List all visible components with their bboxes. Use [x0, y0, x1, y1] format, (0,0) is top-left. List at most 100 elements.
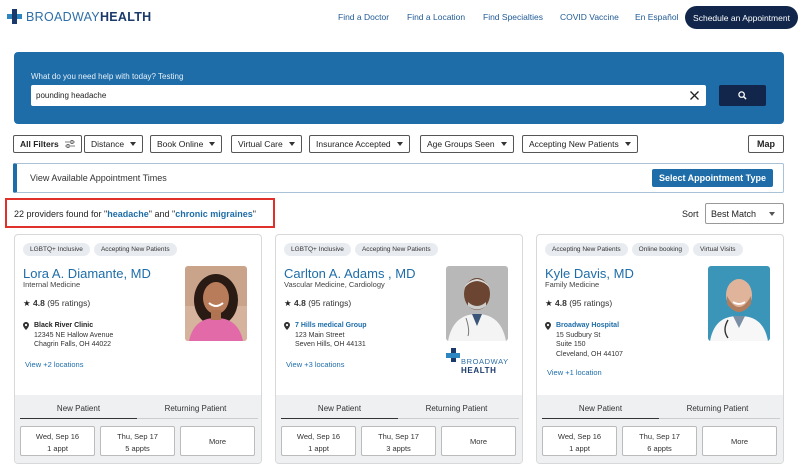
appointment-slot[interactable]: Thu, Sep 17 6 appts: [622, 426, 697, 456]
appointment-slot[interactable]: Thu, Sep 17 5 appts: [100, 426, 175, 456]
filter-distance[interactable]: Distance: [84, 135, 144, 153]
slot-count: 5 appts: [125, 444, 150, 453]
site-header: BROADWAYHEALTH Find a Doctor Find a Loca…: [0, 0, 800, 36]
appointment-slot[interactable]: Wed, Sep 16 1 appt: [281, 426, 356, 456]
appointment-slot[interactable]: Wed, Sep 16 1 appt: [542, 426, 617, 456]
address-line: Cleveland, OH 44107: [556, 350, 623, 358]
provider-specialty: Family Medicine: [545, 280, 600, 289]
slot-date: Thu, Sep 17: [117, 432, 158, 441]
slot-count: 1 appt: [308, 444, 329, 453]
tab-returning-patient[interactable]: Returning Patient: [659, 404, 776, 413]
filter-virtual-care[interactable]: Virtual Care: [231, 135, 302, 153]
appointment-times-text: View Available Appointment Times: [30, 173, 167, 183]
address-line: 123 Main Street: [295, 331, 345, 339]
active-tab-indicator: [542, 418, 659, 419]
sort-value: Best Match: [711, 208, 757, 219]
tab-new-patient[interactable]: New Patient: [20, 404, 137, 413]
map-button[interactable]: Map: [748, 135, 784, 153]
sort-select[interactable]: Best Match: [705, 203, 784, 224]
all-filters-label: All Filters: [20, 139, 59, 149]
nav-covid-vaccine[interactable]: COVID Vaccine: [560, 12, 619, 22]
search-icon: [738, 91, 747, 100]
tab-new-patient[interactable]: New Patient: [542, 404, 659, 413]
provider-specialty: Internal Medicine: [23, 280, 81, 289]
slot-date: Wed, Sep 16: [557, 432, 602, 441]
provider-rating: ★ 4.8 (95 ratings): [284, 298, 351, 309]
ratings-count: (95 ratings): [569, 298, 613, 308]
filter-accepting-label: Accepting New Patients: [529, 139, 619, 149]
clear-icon[interactable]: [688, 89, 701, 102]
location-name-link[interactable]: 7 Hills medical Group: [284, 322, 367, 329]
star-icon: ★: [23, 298, 31, 308]
ratings-count: (95 ratings): [47, 298, 91, 308]
search-input[interactable]: [31, 85, 706, 106]
caret-down-icon: [500, 142, 507, 146]
slot-count: 3 appts: [386, 444, 411, 453]
sort-label: Sort: [682, 209, 699, 219]
logo-wordmark: BROADWAYHEALTH: [26, 10, 152, 24]
slot-date: Thu, Sep 17: [639, 432, 680, 441]
address-line: Suite 150: [556, 341, 586, 348]
appointment-slot[interactable]: Wed, Sep 16 1 appt: [20, 426, 95, 456]
provider-name[interactable]: Kyle Davis, MD: [545, 266, 634, 281]
filter-age-groups-seen[interactable]: Age Groups Seen: [420, 135, 514, 153]
provider-photo: [708, 266, 770, 341]
nav-find-a-location[interactable]: Find a Location: [407, 12, 465, 22]
tab-new-patient[interactable]: New Patient: [281, 404, 398, 413]
tab-returning-patient[interactable]: Returning Patient: [398, 404, 515, 413]
nav-find-a-doctor[interactable]: Find a Doctor: [338, 12, 389, 22]
badge-lgbtq-inclusive: LGBTQ+ Inclusive: [284, 243, 351, 256]
nav-en-espanol[interactable]: En Español: [635, 12, 678, 22]
provider-name[interactable]: Lora A. Diamante, MD: [23, 266, 151, 281]
slot-date: Wed, Sep 16: [35, 432, 80, 441]
provider-photo: [446, 266, 508, 341]
map-pin-icon: [284, 322, 290, 330]
star-icon: ★: [545, 298, 553, 308]
medical-cross-icon: [7, 9, 22, 24]
results-prefix: 22 providers found for ": [14, 209, 108, 219]
location-block: Black River Clinic 12345 NE Hallow Avenu…: [23, 321, 113, 350]
tab-returning-patient[interactable]: Returning Patient: [137, 404, 254, 413]
nav-find-specialties[interactable]: Find Specialties: [483, 12, 543, 22]
all-filters-button[interactable]: All Filters: [13, 135, 82, 153]
appointment-section: New Patient Returning Patient Wed, Sep 1…: [276, 395, 522, 463]
filter-accepting-new-patients[interactable]: Accepting New Patients: [522, 135, 638, 153]
provider-card[interactable]: Accepting New Patients Online booking Vi…: [536, 234, 784, 464]
slot-count: 1 appt: [569, 444, 590, 453]
view-more-locations-link[interactable]: View +3 locations: [286, 360, 344, 369]
search-banner: What do you need help with today? Testin…: [14, 52, 784, 124]
appointment-slot[interactable]: Thu, Sep 17 3 appts: [361, 426, 436, 456]
ratings-count: (95 ratings): [308, 298, 352, 308]
more-slots-button[interactable]: More: [180, 426, 255, 456]
provider-photo: [185, 266, 247, 341]
slot-count: 1 appt: [47, 444, 68, 453]
caret-down-icon: [396, 142, 403, 146]
more-slots-button[interactable]: More: [702, 426, 777, 456]
location-block: 7 Hills medical Group 123 Main Street Se…: [284, 321, 367, 350]
broadway-health-logo[interactable]: BROADWAYHEALTH: [7, 9, 152, 24]
filter-insurance-accepted[interactable]: Insurance Accepted: [309, 135, 410, 153]
rating-value: 4.8: [294, 298, 306, 308]
map-pin-icon: [23, 322, 29, 330]
provider-name[interactable]: Carlton A. Adams , MD: [284, 266, 416, 281]
view-more-locations-link[interactable]: View +1 location: [547, 368, 602, 377]
select-appointment-type-button[interactable]: Select Appointment Type: [652, 169, 773, 187]
filter-book-online-label: Book Online: [157, 139, 204, 149]
appointment-section: New Patient Returning Patient Wed, Sep 1…: [15, 395, 261, 463]
appointment-section: New Patient Returning Patient Wed, Sep 1…: [537, 395, 783, 463]
badge-accepting-new-patients: Accepting New Patients: [354, 243, 438, 256]
schedule-appointment-button[interactable]: Schedule an Appointment: [685, 6, 798, 29]
more-slots-button[interactable]: More: [441, 426, 516, 456]
search-button[interactable]: [719, 85, 766, 106]
caret-down-icon: [624, 142, 631, 146]
results-summary: 22 providers found for "headache" and "c…: [14, 209, 256, 219]
filter-book-online[interactable]: Book Online: [150, 135, 223, 153]
caret-down-icon: [769, 212, 775, 216]
keyword-chronic-migraines: chronic migraines: [175, 209, 253, 219]
location-name-link[interactable]: Broadway Hospital: [545, 322, 619, 329]
provider-card[interactable]: LGBTQ+ Inclusive Accepting New Patients …: [14, 234, 262, 464]
view-more-locations-link[interactable]: View +2 locations: [25, 360, 83, 369]
star-icon: ★: [284, 298, 292, 308]
location-name: Black River Clinic: [34, 322, 94, 329]
provider-card[interactable]: LGBTQ+ Inclusive Accepting New Patients …: [275, 234, 523, 464]
